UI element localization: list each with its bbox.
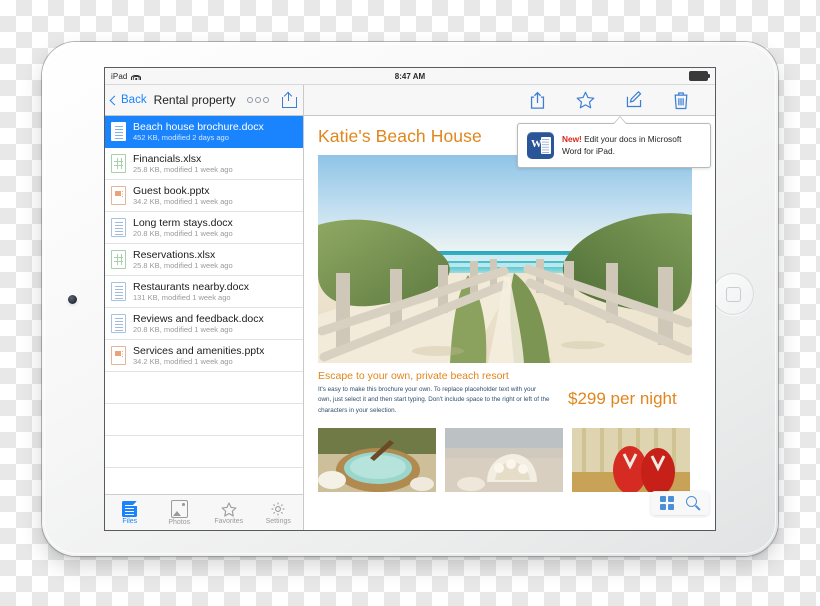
empty-row — [105, 468, 303, 494]
tab-label: Settings — [265, 518, 291, 525]
bottom-tab-bar: Files Photos Favorites Settings — [105, 494, 303, 530]
home-button[interactable] — [712, 273, 754, 315]
folder-title: Rental property — [153, 93, 236, 107]
file-meta: 25.8 KB, modified 1 week ago — [133, 260, 233, 270]
tab-label: Photos — [168, 519, 191, 526]
status-bar: iPad 8:47 AM — [105, 68, 715, 85]
chevron-left-icon — [109, 95, 120, 105]
word-document-icon — [111, 218, 126, 237]
sidebar-share-icon[interactable] — [282, 91, 297, 108]
file-name: Reviews and feedback.docx — [133, 312, 264, 325]
file-name: Beach house brochure.docx — [133, 120, 264, 133]
document-price: $299 per night — [568, 389, 677, 408]
empty-row — [105, 372, 303, 404]
thumbnail-strip — [318, 428, 697, 493]
excel-document-icon — [111, 154, 126, 173]
search-icon[interactable] — [686, 496, 700, 510]
tab-settings[interactable]: Settings — [254, 501, 304, 525]
document-canvas: Katie's Beach House Escape to your own, … — [304, 116, 715, 530]
app-body: Back Rental property Beach house brochur… — [105, 85, 715, 530]
word-document-icon — [111, 282, 126, 301]
back-label: Back — [121, 94, 147, 106]
thumbnail-seashells — [445, 428, 563, 493]
file-row-reservations[interactable]: Reservations.xlsx 25.8 KB, modified 1 we… — [105, 244, 303, 276]
hero-beach-image — [318, 155, 692, 363]
file-name: Reservations.xlsx — [133, 248, 216, 261]
document-body-row: It's easy to make this brochure your own… — [318, 385, 697, 416]
file-name: Services and amenities.pptx — [133, 344, 265, 357]
document-pane: Katie's Beach House Escape to your own, … — [304, 85, 715, 530]
file-row-reviews-and-feedback[interactable]: Reviews and feedback.docx 20.8 KB, modif… — [105, 308, 303, 340]
empty-row — [105, 404, 303, 436]
share-icon[interactable] — [529, 91, 546, 110]
file-meta: 34.2 KB, modified 1 week ago — [133, 356, 233, 366]
excel-document-icon — [111, 250, 126, 269]
file-meta: 34.2 KB, modified 1 week ago — [133, 196, 233, 206]
screenshot-stage: iPad 8:47 AM Back Rental property Beach … — [0, 0, 820, 606]
ipad-screen: iPad 8:47 AM Back Rental property Beach … — [105, 68, 715, 530]
sidebar-nav-bar: Back Rental property — [105, 85, 303, 116]
document-subheading: Escape to your own, private beach resort — [318, 370, 509, 382]
document-body-text: It's easy to make this brochure your own… — [318, 386, 550, 414]
powerpoint-document-icon — [111, 186, 126, 205]
edit-pencil-icon[interactable] — [625, 91, 643, 109]
word-document-icon — [111, 314, 126, 333]
file-meta: 25.8 KB, modified 1 week ago — [133, 164, 233, 174]
view-controls — [651, 491, 709, 515]
photos-icon — [170, 500, 188, 518]
microsoft-word-icon: W — [527, 132, 554, 159]
gear-icon — [270, 501, 286, 517]
document-toolbar — [304, 85, 715, 116]
powerpoint-document-icon — [111, 346, 126, 365]
file-row-long-term-stays[interactable]: Long term stays.docx 20.8 KB, modified 1… — [105, 212, 303, 244]
word-document-icon — [111, 122, 126, 141]
back-button[interactable]: Back — [109, 94, 147, 106]
file-row-guest-book[interactable]: Guest book.pptx 34.2 KB, modified 1 week… — [105, 180, 303, 212]
status-bar-time: 8:47 AM — [394, 71, 426, 81]
favorite-star-icon[interactable] — [576, 91, 595, 109]
file-name: Restaurants nearby.docx — [133, 280, 249, 293]
tab-files[interactable]: Files — [105, 501, 155, 525]
thumbnail-bath-salts — [318, 428, 436, 493]
empty-row — [105, 436, 303, 468]
file-meta: 20.8 KB, modified 1 week ago — [133, 324, 233, 334]
file-row-beach-house-brochure[interactable]: Beach house brochure.docx 452 KB, modifi… — [105, 116, 303, 148]
tab-favorites[interactable]: Favorites — [204, 501, 254, 525]
files-icon — [122, 501, 138, 517]
file-name: Long term stays.docx — [133, 216, 233, 229]
ipad-device: iPad 8:47 AM Back Rental property Beach … — [42, 42, 778, 556]
file-row-financials[interactable]: Financials.xlsx 25.8 KB, modified 1 week… — [105, 148, 303, 180]
tab-photos[interactable]: Photos — [155, 500, 205, 526]
tooltip-text: New! Edit your docs in Microsoft Word fo… — [562, 134, 701, 157]
word-promo-tooltip: W New! Edit your docs in Microsoft Word … — [517, 123, 711, 168]
tab-label: Favorites — [214, 517, 244, 525]
trash-icon[interactable] — [673, 91, 689, 110]
front-camera — [68, 295, 77, 304]
file-name: Guest book.pptx — [133, 184, 210, 197]
more-options-button[interactable] — [247, 97, 269, 103]
battery-icon — [689, 71, 710, 81]
thumbnail-flip-flops — [572, 428, 690, 493]
file-name: Financials.xlsx — [133, 152, 202, 165]
star-icon — [221, 501, 237, 517]
file-row-restaurants-nearby[interactable]: Restaurants nearby.docx 131 KB, modified… — [105, 276, 303, 308]
file-meta: 131 KB, modified 1 week ago — [133, 292, 231, 302]
grid-view-icon[interactable] — [660, 496, 674, 510]
tab-label: Files — [122, 518, 138, 525]
tooltip-new-badge: New! — [562, 133, 582, 144]
file-sidebar: Back Rental property Beach house brochur… — [105, 85, 304, 530]
file-row-services-and-amenities[interactable]: Services and amenities.pptx 34.2 KB, mod… — [105, 340, 303, 372]
file-meta: 452 KB, modified 2 days ago — [133, 132, 229, 142]
file-list: Beach house brochure.docx 452 KB, modifi… — [105, 116, 303, 494]
file-meta: 20.8 KB, modified 1 week ago — [133, 228, 233, 238]
